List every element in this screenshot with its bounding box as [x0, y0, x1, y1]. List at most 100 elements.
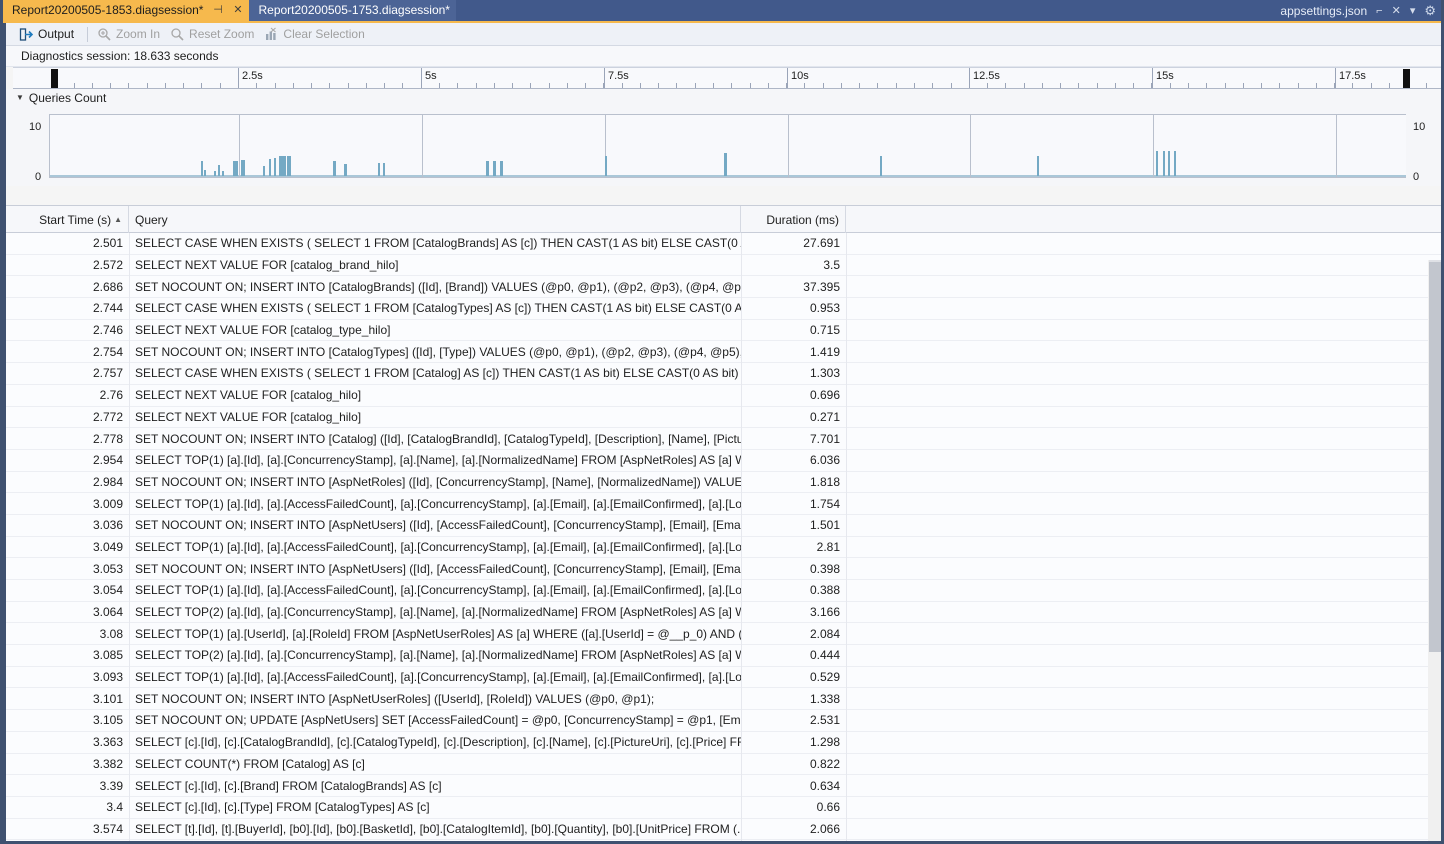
queries-count-header[interactable]: ▼ Queries Count: [3, 89, 1441, 106]
output-button[interactable]: Output: [16, 25, 81, 44]
table-row[interactable]: 2.686SET NOCOUNT ON; INSERT INTO [Catalo…: [6, 276, 1444, 298]
grid-body[interactable]: 2.501SELECT CASE WHEN EXISTS ( SELECT 1 …: [6, 233, 1444, 842]
clear-selection-button[interactable]: Clear Selection: [261, 25, 371, 44]
table-row[interactable]: 3.036SET NOCOUNT ON; INSERT INTO [AspNet…: [6, 515, 1444, 537]
pin-icon[interactable]: ⌐: [1376, 5, 1382, 17]
ruler-minor-tick: [932, 83, 933, 88]
table-row[interactable]: 3.4SELECT [c].[Id], [c].[Type] FROM [Cat…: [6, 797, 1444, 819]
reset-zoom-button[interactable]: Reset Zoom: [167, 25, 261, 44]
table-row[interactable]: 3.053SET NOCOUNT ON; INSERT INTO [AspNet…: [6, 558, 1444, 580]
cell-duration: 0.398: [741, 558, 846, 579]
table-row[interactable]: 2.744SELECT CASE WHEN EXISTS ( SELECT 1 …: [6, 298, 1444, 320]
table-row[interactable]: 3.08SELECT TOP(1) [a].[UserId], [a].[Rol…: [6, 623, 1444, 645]
ruler-minor-tick: [476, 83, 477, 88]
chart-bar: [605, 156, 607, 176]
table-row[interactable]: 2.778SET NOCOUNT ON; INSERT INTO [Catalo…: [6, 428, 1444, 450]
tab-report-1853[interactable]: Report20200505-1853.diagsession* ⊣ ✕: [3, 0, 249, 21]
pin-icon[interactable]: ⊣: [212, 0, 223, 21]
table-row[interactable]: 3.363SELECT [c].[Id], [c].[CatalogBrandI…: [6, 732, 1444, 754]
close-icon[interactable]: ✕: [232, 0, 243, 21]
plot-gridline: [1153, 115, 1154, 177]
table-row[interactable]: 3.105SET NOCOUNT ON; UPDATE [AspNetUsers…: [6, 710, 1444, 732]
cell-start-time: 2.744: [6, 298, 129, 319]
chart-bar: [214, 171, 216, 176]
cell-duration: 2.066: [741, 819, 846, 840]
table-row[interactable]: 2.572SELECT NEXT VALUE FOR [catalog_bran…: [6, 255, 1444, 277]
table-row[interactable]: 3.054SELECT TOP(1) [a].[Id], [a].[Access…: [6, 580, 1444, 602]
table-row[interactable]: 2.754SET NOCOUNT ON; INSERT INTO [Catalo…: [6, 341, 1444, 363]
ruler-minor-tick: [366, 83, 367, 88]
tab-report-1753[interactable]: Report20200505-1753.diagsession*: [249, 0, 455, 21]
zoom-in-button[interactable]: Zoom In: [94, 25, 167, 44]
ruler-minor-tick: [92, 83, 93, 88]
output-arrow-icon: [19, 27, 34, 42]
table-row[interactable]: 3.064SELECT TOP(2) [a].[Id], [a].[Concur…: [6, 602, 1444, 624]
column-header-query[interactable]: Query: [129, 206, 741, 233]
table-row[interactable]: 2.76SELECT NEXT VALUE FOR [catalog_hilo]…: [6, 385, 1444, 407]
toolbar-separator: [87, 27, 88, 42]
cell-start-time: 3.064: [6, 602, 129, 623]
chevron-down-icon[interactable]: ▾: [1410, 4, 1416, 17]
chart-bar: [1156, 151, 1158, 176]
cell-filler: [846, 558, 1444, 579]
cell-filler: [846, 602, 1444, 623]
table-row[interactable]: 2.501SELECT CASE WHEN EXISTS ( SELECT 1 …: [6, 233, 1444, 255]
cell-duration: 0.66: [741, 797, 846, 818]
table-row[interactable]: 3.101SET NOCOUNT ON; INSERT INTO [AspNet…: [6, 688, 1444, 710]
table-row[interactable]: 3.39SELECT [c].[Id], [c].[Brand] FROM [C…: [6, 775, 1444, 797]
table-row[interactable]: 2.772SELECT NEXT VALUE FOR [catalog_hilo…: [6, 407, 1444, 429]
table-row[interactable]: 3.093SELECT TOP(1) [a].[Id], [a].[Access…: [6, 667, 1444, 689]
timeline-ruler[interactable]: 2.5s5s7.5s10s12.5s15s17.5s: [13, 67, 1441, 89]
cell-duration: 0.444: [741, 645, 846, 666]
table-row[interactable]: 3.382SELECT COUNT(*) FROM [Catalog] AS […: [6, 754, 1444, 776]
cell-query: SELECT CASE WHEN EXISTS ( SELECT 1 FROM …: [129, 298, 741, 319]
cell-duration: 1.298: [741, 732, 846, 753]
ruler-major-tick: 7.5s: [604, 68, 629, 88]
grid-vertical-scrollbar[interactable]: [1428, 260, 1444, 842]
table-row[interactable]: 3.574SELECT [t].[Id], [t].[BuyerId], [b0…: [6, 819, 1444, 841]
cell-start-time: 2.572: [6, 255, 129, 276]
table-row[interactable]: 3.049SELECT TOP(1) [a].[Id], [a].[Access…: [6, 537, 1444, 559]
column-header-start-time[interactable]: Start Time (s) ▲: [6, 206, 129, 233]
cell-start-time: 3.4: [6, 797, 129, 818]
queries-count-plot[interactable]: [49, 114, 1406, 178]
cell-query: SELECT [c].[Id], [c].[Type] FROM [Catalo…: [129, 797, 741, 818]
table-row[interactable]: 2.746SELECT NEXT VALUE FOR [catalog_type…: [6, 320, 1444, 342]
session-duration-label: Diagnostics session: 18.633 seconds: [21, 49, 218, 63]
scrollbar-thumb[interactable]: [1429, 262, 1443, 652]
gear-icon[interactable]: ⚙: [1424, 3, 1436, 19]
ruler-minor-tick: [1243, 83, 1244, 88]
y-axis-min-right: 0: [1413, 171, 1419, 183]
queries-count-title: Queries Count: [29, 91, 106, 105]
column-header-duration[interactable]: Duration (ms): [741, 206, 846, 233]
cell-query: SELECT TOP(1) [a].[Id], [a].[AccessFaile…: [129, 493, 741, 514]
ruler-minor-tick: [384, 83, 385, 88]
grid-header-row: Start Time (s) ▲ Query Duration (ms): [6, 206, 1444, 233]
chart-bar: [287, 156, 291, 176]
cell-query: SELECT TOP(2) [a].[Id], [a].[Concurrency…: [129, 645, 741, 666]
cell-query: SELECT TOP(1) [a].[Id], [a].[AccessFaile…: [129, 580, 741, 601]
cell-duration: 1.818: [741, 472, 846, 493]
chart-bar: [486, 161, 489, 176]
table-row[interactable]: 2.954SELECT TOP(1) [a].[Id], [a].[Concur…: [6, 450, 1444, 472]
cell-start-time: 2.954: [6, 450, 129, 471]
close-icon[interactable]: ✕: [1392, 4, 1401, 17]
reset-zoom-button-label: Reset Zoom: [189, 27, 254, 41]
ruler-end-marker[interactable]: [1403, 69, 1410, 89]
table-row[interactable]: 2.757SELECT CASE WHEN EXISTS ( SELECT 1 …: [6, 363, 1444, 385]
chart-bar: [274, 158, 276, 176]
chart-bar: [204, 170, 206, 176]
cell-start-time: 3.39: [6, 775, 129, 796]
table-row[interactable]: 2.984SET NOCOUNT ON; INSERT INTO [AspNet…: [6, 472, 1444, 494]
cell-filler: [846, 385, 1444, 406]
ruler-minor-tick: [859, 83, 860, 88]
tab-appsettings-label[interactable]: appsettings.json: [1280, 4, 1367, 18]
triangle-collapse-icon[interactable]: ▼: [16, 93, 24, 102]
ruler-minor-tick: [110, 83, 111, 88]
chart-bar: [333, 161, 336, 176]
ruler-minor-tick: [1298, 83, 1299, 88]
table-row[interactable]: 3.009SELECT TOP(1) [a].[Id], [a].[Access…: [6, 493, 1444, 515]
cell-duration: 1.303: [741, 363, 846, 384]
ruler-start-marker[interactable]: [51, 69, 58, 89]
table-row[interactable]: 3.085SELECT TOP(2) [a].[Id], [a].[Concur…: [6, 645, 1444, 667]
